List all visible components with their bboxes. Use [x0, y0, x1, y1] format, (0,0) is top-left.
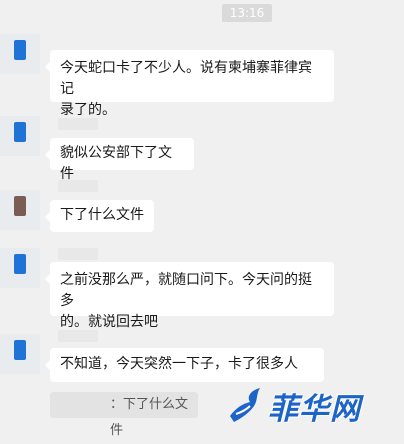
quoted-reply-text: ：下了什么文件 [110, 397, 189, 438]
watermark-text: 菲华网 [268, 392, 361, 427]
avatar-image [14, 122, 26, 142]
message-bubble[interactable]: 下了什么文件 [45, 200, 154, 232]
avatar[interactable] [0, 334, 40, 374]
message-timestamp: 13:16 [222, 4, 272, 22]
avatar-image [14, 254, 26, 274]
bird-logo-icon [230, 388, 260, 422]
sender-name-redacted [58, 180, 98, 192]
avatar[interactable] [0, 34, 40, 74]
message-bubble[interactable]: 今天蛇口卡了不少人。说有柬埔寨菲律宾记 录了的。 [45, 50, 334, 118]
avatar[interactable] [0, 190, 40, 230]
avatar-image [14, 196, 26, 216]
sender-name-redacted [58, 248, 98, 260]
avatar-image [14, 340, 26, 360]
avatar[interactable] [0, 248, 40, 288]
message-bubble[interactable]: 之前没那么严，就随口问下。今天问的挺多 的。就说回去吧 [45, 262, 334, 330]
message-bubble[interactable]: 不知道，今天突然一下子，卡了很多人 [45, 348, 324, 382]
avatar-image [14, 40, 26, 60]
message-bubble[interactable]: 貌似公安部下了文件 [45, 138, 194, 182]
sender-name-redacted [58, 330, 98, 342]
avatar[interactable] [0, 116, 40, 156]
watermark-logo: 菲华网 [228, 378, 398, 434]
sender-name-redacted [58, 118, 98, 130]
chat-window: 13:16 今天蛇口卡了不少人。说有柬埔寨菲律宾记 录了的。 貌似公安部下了文件… [0, 0, 404, 442]
quoted-reply[interactable]: ：下了什么文件 [50, 392, 198, 438]
